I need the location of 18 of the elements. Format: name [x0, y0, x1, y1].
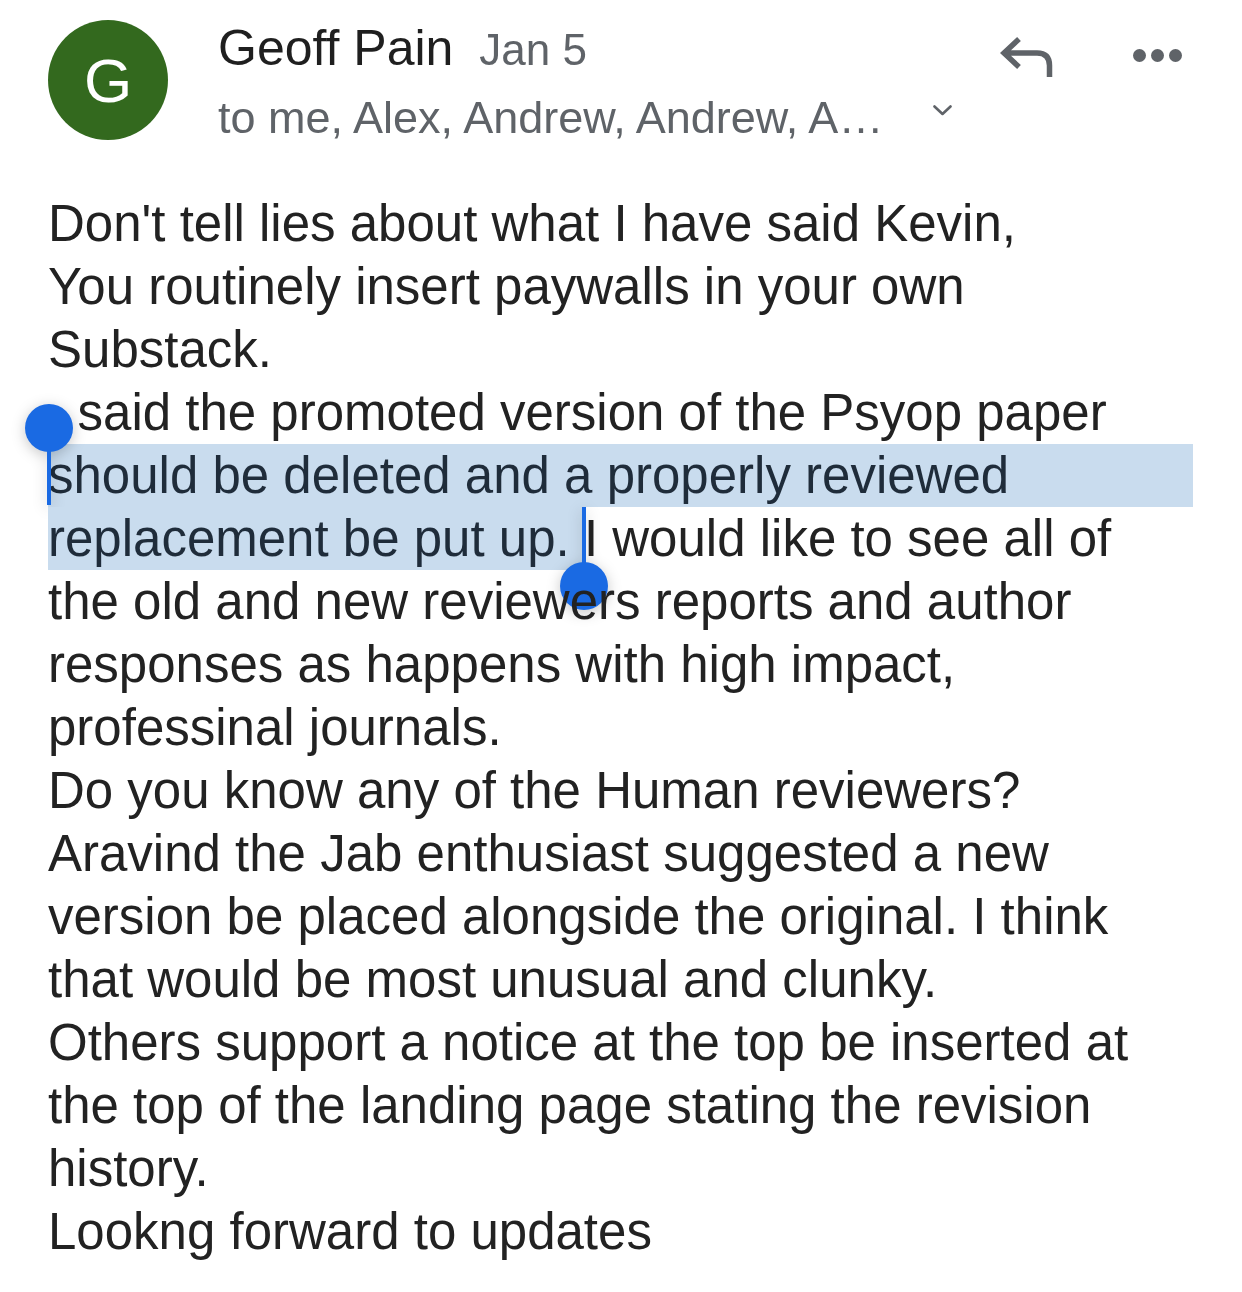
chevron-down-icon[interactable]: [933, 104, 953, 116]
body-paragraph: Aravind the Jab enthusiast suggested a new version be placed alongside the original. I think that would be most unusual and clunky.: [48, 824, 1110, 1010]
sender-name: Geoff Pain: [218, 20, 454, 76]
body-text: the old and new reviewers reports and author: [48, 572, 1072, 632]
body-text: said the promoted version of the Psyop paper: [77, 383, 1107, 443]
message-date: Jan 5: [479, 24, 587, 76]
body-paragraph: Lookng forward to updates: [48, 1202, 653, 1262]
body-paragraph: Don't tell lies about what I have said Kevin,: [48, 194, 1017, 254]
recipients-text: to me, Alex, Andrew, Andrew, A…: [218, 92, 884, 144]
more-options-icon[interactable]: [1133, 49, 1182, 62]
body-paragraph: Others support a notice at the top be inserted at the top of the landing page stating the revision history.: [48, 1013, 1130, 1199]
body-paragraph: Do you know any of the Human reviewers?: [48, 761, 1022, 821]
body-paragraph: You routinely insert paywalls in your own Substack.: [48, 257, 966, 380]
body-text: responses as happens with high impact,: [48, 635, 956, 695]
body-text: I would like to see all of: [583, 509, 1112, 569]
body-text: professinal journals.: [48, 698, 502, 758]
reply-icon[interactable]: [1000, 35, 1053, 77]
sender-avatar: G: [48, 20, 168, 140]
